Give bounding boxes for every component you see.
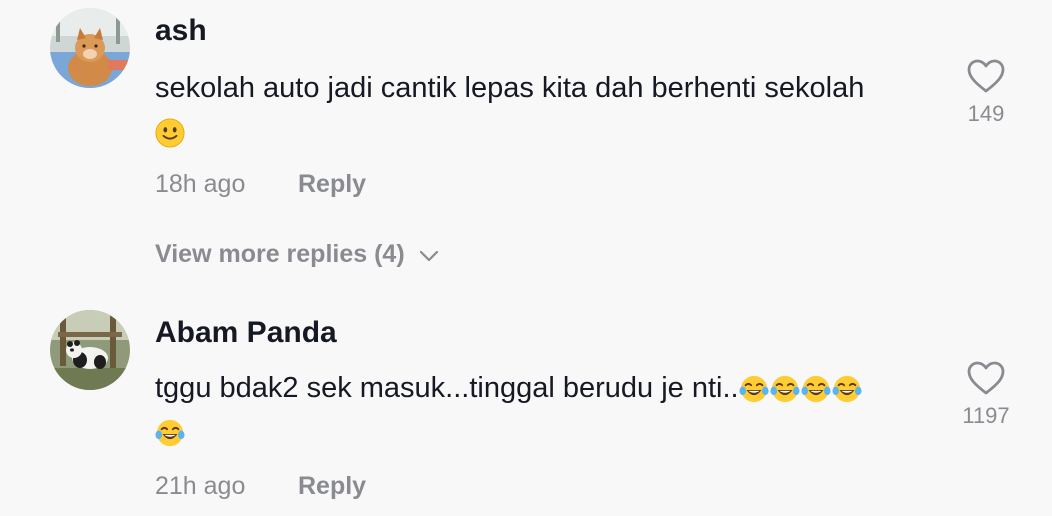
comment-text-content: sekolah auto jadi cantik lepas kita dah … [155, 72, 865, 104]
like-button[interactable]: 1197 [955, 360, 1017, 429]
like-count: 149 [967, 101, 1005, 126]
timestamp: 18h ago [155, 170, 246, 198]
comment-meta: 21h ago Reply [155, 472, 366, 501]
reply-button[interactable]: Reply [298, 472, 366, 501]
chevron-down-icon [419, 250, 438, 261]
tears-of-joy-icon [801, 375, 831, 403]
heart-icon [967, 59, 1005, 93]
comment-item: ash sekolah auto jadi cantik lepas kita … [0, 0, 1052, 300]
tears-of-joy-icon [770, 375, 800, 403]
view-more-replies-label: View more replies (4) [155, 240, 405, 268]
heart-icon [967, 361, 1005, 395]
reply-button[interactable]: Reply [298, 170, 366, 199]
comment-item: Abam Panda tggu bdak2 sek masuk...tingga… [0, 300, 1052, 516]
comment-meta: 18h ago Reply [155, 170, 366, 199]
emoji-group [739, 372, 863, 404]
timestamp: 21h ago [155, 472, 246, 500]
avatar[interactable] [50, 310, 130, 390]
tears-of-joy-icon [832, 375, 862, 403]
like-count: 1197 [962, 403, 1010, 428]
comment-text-content: tggu bdak2 sek masuk...tinggal berudu je… [155, 372, 739, 404]
view-more-replies-button[interactable]: View more replies (4) [155, 240, 439, 269]
username[interactable]: ash [155, 14, 207, 48]
tears-of-joy-icon [739, 375, 769, 403]
slightly-smiling-face-icon [155, 118, 185, 148]
comment-text: sekolah auto jadi cantik lepas kita dah … [155, 66, 945, 154]
username[interactable]: Abam Panda [155, 316, 337, 350]
avatar[interactable] [50, 8, 130, 88]
comment-text: tggu bdak2 sek masuk...tinggal berudu je… [155, 366, 945, 454]
tears-of-joy-icon [155, 419, 185, 447]
like-button[interactable]: 149 [955, 58, 1017, 127]
